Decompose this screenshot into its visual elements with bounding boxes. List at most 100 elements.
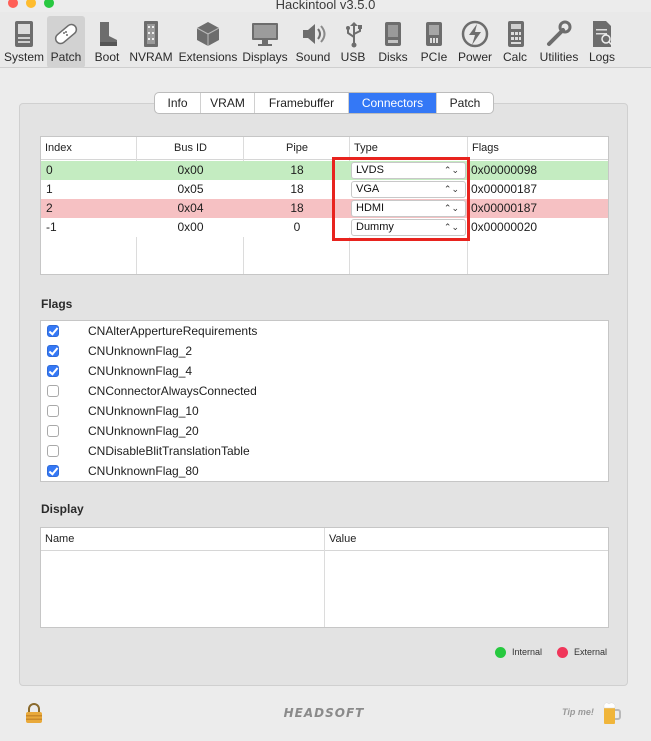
toolbar-label: Logs bbox=[588, 50, 616, 64]
calc-icon bbox=[508, 21, 524, 47]
legend-internal: Internal bbox=[495, 645, 542, 659]
sound-icon bbox=[303, 24, 326, 44]
flag-checkbox[interactable] bbox=[47, 465, 59, 477]
column-header-index[interactable]: Index bbox=[41, 137, 137, 159]
close-window-button[interactable] bbox=[8, 0, 18, 8]
connectors-table: Index Bus ID Pipe Type Flags 0 0x00 18 L… bbox=[40, 136, 609, 275]
flag-label: CNUnknownFlag_2 bbox=[88, 344, 193, 358]
flag-row[interactable]: CNUnknownFlag_10 bbox=[41, 401, 608, 421]
legend-external: External bbox=[557, 645, 607, 659]
flag-row[interactable]: CNUnknownFlag_4 bbox=[41, 361, 608, 381]
minimize-window-button[interactable] bbox=[26, 0, 36, 8]
column-header-value[interactable]: Value bbox=[325, 528, 608, 550]
pcie-icon bbox=[426, 22, 442, 46]
flag-row[interactable]: CNDisableBlitTranslationTable bbox=[41, 441, 608, 461]
column-header-bus-id[interactable]: Bus ID bbox=[137, 137, 244, 159]
header-divider bbox=[41, 159, 608, 160]
flag-checkbox[interactable] bbox=[47, 365, 59, 377]
toolbar-item-utilities[interactable]: Utilities bbox=[537, 16, 581, 68]
toolbar-item-calc[interactable]: Calc bbox=[500, 16, 530, 68]
table-row[interactable]: 1 0x05 18 VGA ⌃⌄ 0x00000187 bbox=[41, 180, 608, 199]
table-row[interactable]: -1 0x00 0 Dummy ⌃⌄ 0x00000020 bbox=[41, 218, 608, 237]
flag-row[interactable]: CNAlterAppertureRequirements bbox=[41, 321, 608, 341]
flag-row[interactable]: CNUnknownFlag_2 bbox=[41, 341, 608, 361]
tip-me-label[interactable]: Tip me! bbox=[562, 707, 594, 717]
toolbar-label: Boot bbox=[94, 50, 120, 64]
legend-internal-label: Internal bbox=[512, 647, 543, 657]
display-table: Name Value bbox=[40, 527, 609, 628]
toolbar-item-pcie[interactable]: PCIe bbox=[418, 16, 450, 68]
flag-checkbox[interactable] bbox=[47, 345, 59, 357]
cell-bus-id: 0x00 bbox=[177, 220, 204, 234]
flag-checkbox[interactable] bbox=[47, 385, 59, 397]
column-header-flags[interactable]: Flags bbox=[468, 137, 608, 159]
tab-info[interactable]: Info bbox=[155, 93, 201, 113]
disks-icon bbox=[385, 22, 401, 46]
system-icon bbox=[15, 21, 33, 47]
extensions-icon bbox=[196, 22, 220, 46]
flag-checkbox[interactable] bbox=[47, 325, 59, 337]
toolbar-label: Displays bbox=[242, 50, 288, 64]
toolbar-item-extensions[interactable]: Extensions bbox=[178, 16, 238, 68]
toolbar: System Patch Boot NVRAM Extensions Displ… bbox=[0, 12, 651, 68]
column-header-type[interactable]: Type bbox=[350, 137, 468, 159]
toolbar-item-displays[interactable]: Displays bbox=[241, 16, 289, 68]
tab-patch[interactable]: Patch bbox=[437, 93, 493, 113]
flag-checkbox[interactable] bbox=[47, 425, 59, 437]
toolbar-label: Disks bbox=[378, 50, 408, 64]
type-column-highlight bbox=[332, 157, 470, 241]
cell-flags: 0x00000187 bbox=[471, 182, 538, 196]
toolbar-item-logs[interactable]: Logs bbox=[586, 16, 618, 68]
flag-row[interactable]: CNUnknownFlag_80 bbox=[41, 461, 608, 481]
cell-flags: 0x00000098 bbox=[471, 163, 538, 177]
toolbar-item-disks[interactable]: Disks bbox=[376, 16, 410, 68]
flag-row[interactable]: CNUnknownFlag_20 bbox=[41, 421, 608, 441]
flags-list: CNAlterAppertureRequirements CNUnknownFl… bbox=[40, 320, 609, 482]
cell-index: 2 bbox=[46, 201, 53, 215]
window-title: Hackintool v3.5.0 bbox=[275, 0, 376, 12]
nvram-icon bbox=[144, 21, 158, 47]
flag-checkbox[interactable] bbox=[47, 445, 59, 457]
displays-icon bbox=[252, 23, 278, 46]
logs-icon bbox=[593, 21, 613, 47]
column-divider bbox=[324, 528, 325, 627]
tab-bar: Info VRAM Framebuffer Connectors Patch bbox=[154, 92, 494, 114]
column-header-pipe[interactable]: Pipe bbox=[244, 137, 350, 159]
toolbar-label: USB bbox=[340, 50, 366, 64]
tab-vram[interactable]: VRAM bbox=[201, 93, 255, 113]
toolbar-label: PCIe bbox=[420, 50, 448, 64]
toolbar-item-power[interactable]: Power bbox=[456, 16, 494, 68]
beer-mug-icon[interactable] bbox=[601, 701, 621, 725]
toolbar-label: NVRAM bbox=[129, 50, 173, 64]
flag-label: CNDisableBlitTranslationTable bbox=[88, 444, 250, 458]
utilities-icon bbox=[547, 20, 572, 46]
flag-label: CNUnknownFlag_20 bbox=[88, 424, 199, 438]
table-row[interactable]: 0 0x00 18 LVDS ⌃⌄ 0x00000098 bbox=[41, 161, 608, 180]
flag-row[interactable]: CNConnectorAlwaysConnected bbox=[41, 381, 608, 401]
tab-framebuffer[interactable]: Framebuffer bbox=[255, 93, 349, 113]
toolbar-item-system[interactable]: System bbox=[2, 16, 46, 68]
display-section-title: Display bbox=[41, 502, 84, 516]
flag-label: CNAlterAppertureRequirements bbox=[88, 324, 258, 338]
cell-index: 0 bbox=[46, 163, 53, 177]
cell-index: -1 bbox=[46, 220, 57, 234]
flag-label: CNUnknownFlag_80 bbox=[88, 464, 199, 478]
table-row[interactable]: 2 0x04 18 HDMI ⌃⌄ 0x00000187 bbox=[41, 199, 608, 218]
column-header-name[interactable]: Name bbox=[41, 528, 325, 550]
flag-checkbox[interactable] bbox=[47, 405, 59, 417]
lock-icon[interactable] bbox=[25, 703, 43, 723]
cell-bus-id: 0x00 bbox=[177, 163, 204, 177]
toolbar-label: Patch bbox=[50, 50, 82, 64]
toolbar-item-boot[interactable]: Boot bbox=[89, 16, 125, 68]
toolbar-label: Utilities bbox=[539, 50, 579, 64]
zoom-window-button[interactable] bbox=[44, 0, 54, 8]
green-dot-icon bbox=[495, 647, 506, 659]
tab-connectors[interactable]: Connectors bbox=[349, 93, 437, 113]
toolbar-item-patch[interactable]: Patch bbox=[47, 16, 85, 68]
boot-icon bbox=[100, 22, 117, 46]
toolbar-item-sound[interactable]: Sound bbox=[294, 16, 332, 68]
toolbar-item-usb[interactable]: USB bbox=[338, 16, 368, 68]
toolbar-label: Extensions bbox=[178, 50, 238, 64]
toolbar-item-nvram[interactable]: NVRAM bbox=[128, 16, 174, 68]
title-bar: Hackintool v3.5.0 bbox=[0, 0, 651, 12]
